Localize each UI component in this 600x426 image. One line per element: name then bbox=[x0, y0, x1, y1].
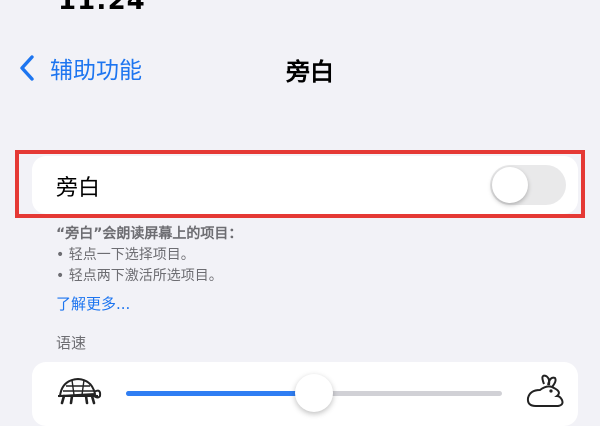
learn-more-link[interactable]: 了解更多... bbox=[56, 293, 130, 314]
page-title: 旁白 bbox=[286, 58, 334, 86]
description-bullet: • 轻点两下激活所选项目。 bbox=[56, 268, 223, 284]
voiceover-description: “旁白”会朗读屏幕上的项目： • 轻点一下选择项目。 • 轻点两下激活所选项目。 bbox=[56, 224, 242, 287]
turtle-icon bbox=[58, 377, 102, 405]
status-time: 11:24 bbox=[58, 0, 146, 16]
speaking-rate-slider[interactable] bbox=[126, 374, 502, 412]
page-title-container: 旁白 bbox=[0, 52, 600, 87]
status-bar: 11:24 bbox=[0, 0, 600, 16]
description-bullet: • 轻点一下选择项目。 bbox=[56, 247, 195, 263]
description-title: “旁白”会朗读屏幕上的项目： bbox=[56, 226, 243, 242]
slider-thumb[interactable] bbox=[295, 374, 333, 412]
speaking-rate-card bbox=[32, 362, 578, 426]
slider-fill bbox=[126, 391, 314, 396]
speaking-rate-header: 语速 bbox=[56, 334, 87, 352]
highlight-annotation bbox=[15, 150, 585, 218]
rabbit-icon bbox=[526, 374, 564, 407]
